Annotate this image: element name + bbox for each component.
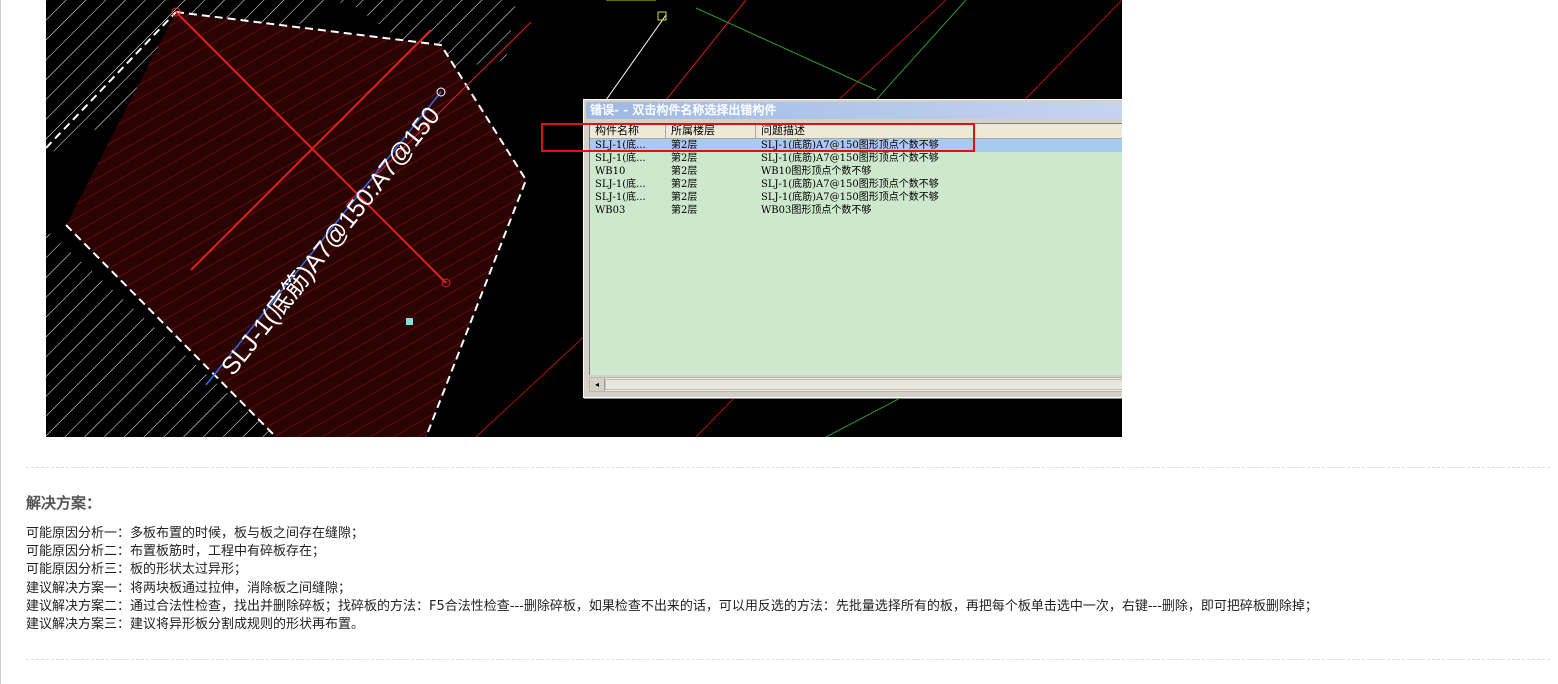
cad-line-white [605,14,667,101]
section-title: 解决方案： [26,494,102,512]
row-description: WB10图形顶点个数不够 [761,166,872,177]
row-name: WB10 [595,166,626,177]
error-row[interactable]: SLJ-1(底... 第2层 SLJ-1(底筋)A7@150图形顶点个数不够 [590,178,1122,191]
row-name: SLJ-1(底... [595,179,646,190]
divider-top [26,467,1550,468]
row-floor: 第2层 [671,179,698,190]
row-description: SLJ-1(底筋)A7@150图形顶点个数不够 [761,192,939,203]
row-floor: 第2层 [671,166,698,177]
solution-line: 可能原因分析一：多板布置的时候，板与板之间存在缝隙； [26,526,365,541]
error-row[interactable]: WB03 第2层 WB03图形顶点个数不够 [590,204,1122,217]
horizontal-scrollbar[interactable]: ◂ [589,377,1122,392]
error-row[interactable]: SLJ-1(底... 第2层 SLJ-1(底筋)A7@150图形顶点个数不够 [590,152,1122,165]
row-description: SLJ-1(底筋)A7@150图形顶点个数不够 [761,179,939,190]
red-highlight-box [541,123,975,152]
solution-line: 建议解决方案三：建议将异形板分割成规则的形状再布置。 [26,617,365,633]
solution-line: 建议解决方案一：将两块板通过拉伸，消除板之间缝隙； [26,580,352,596]
row-floor: 第2层 [671,205,698,216]
error-list[interactable]: 构件名称 所属楼层 问题描述 SLJ-1(底... 第2层 SLJ-1(底筋)A7@… [589,123,1122,375]
row-description: WB03图形顶点个数不够 [761,205,872,216]
row-name: SLJ-1(底... [595,192,646,203]
scroll-thumb[interactable] [605,379,1122,390]
row-description: SLJ-1(底筋)A7@150图形顶点个数不够 [761,153,939,164]
error-row[interactable]: SLJ-1(底... 第2层 SLJ-1(底筋)A7@150图形顶点个数不够 [590,191,1122,204]
row-name: WB03 [595,205,626,216]
scroll-left-icon[interactable]: ◂ [590,378,605,391]
solution-lines: 可能原因分析一：多板布置的时候，板与板之间存在缝隙； 可能原因分析二：布置板筋时，… [26,525,1318,634]
solution-line: 建议解决方案二：通过合法性检查，找出并删除碎板；找碎板的方法：F5合法性检查--… [26,598,1318,614]
solution-line: 可能原因分析二：布置板筋时，工程中有碎板存在； [26,544,326,560]
page-left-border [0,0,1,684]
row-floor: 第2层 [671,192,698,203]
cad-line-red-1 [665,0,747,101]
row-floor: 第2层 [671,153,698,164]
dialog-title: 错误- - 双击构件名称选择出错构件 [586,102,1122,119]
solution-line: 可能原因分析三：板的形状太过异形； [26,562,248,578]
cad-line-green-2 [825,394,907,437]
error-row[interactable]: WB10 第2层 WB10图形顶点个数不够 [590,165,1122,178]
node-marker-cyan [406,318,413,325]
row-name: SLJ-1(底... [595,153,646,164]
cad-screenshot: SLJ-1(底筋)A7@150:A7@150 错误- - 双击构件名称选择出错构… [46,0,1122,437]
cad-line-green-1 [875,0,967,101]
divider-bottom [26,659,1550,660]
cad-line-green-3 [695,7,877,91]
